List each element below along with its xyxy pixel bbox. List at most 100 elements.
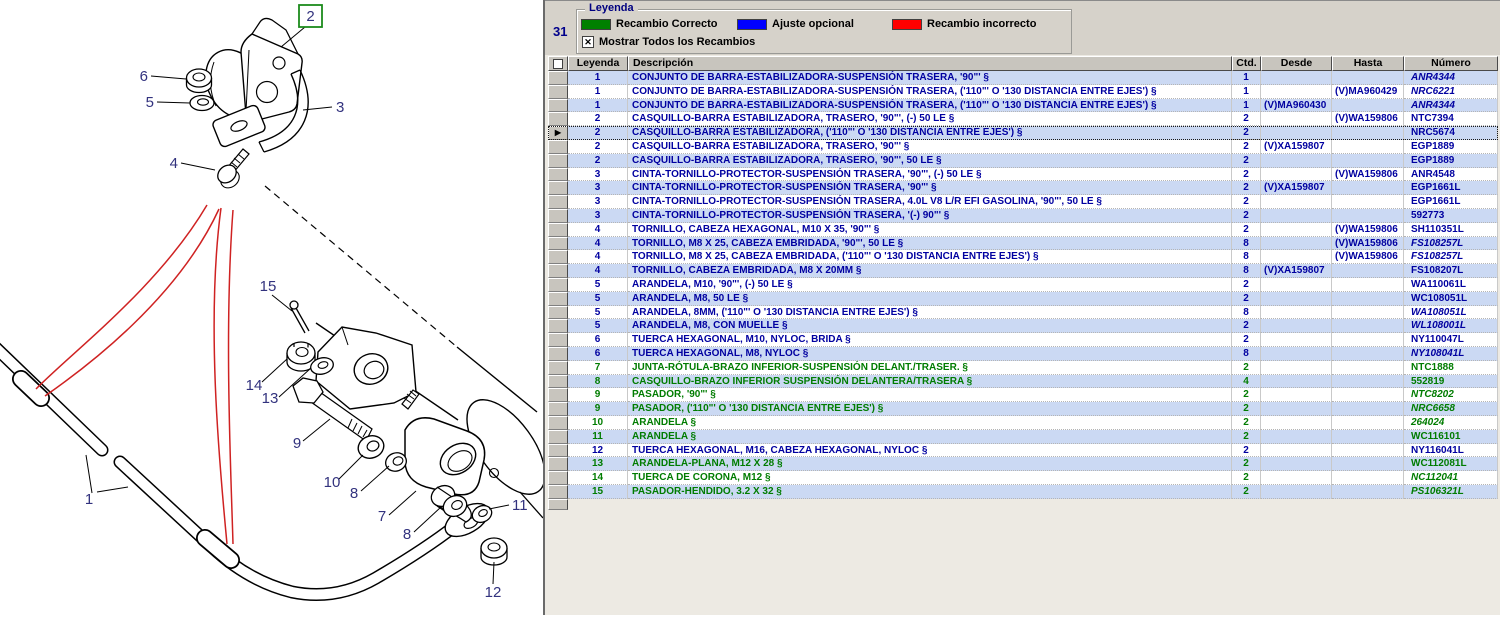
cell-descripcion: CONJUNTO DE BARRA-ESTABILIZADORA-SUSPENS… — [628, 85, 1232, 99]
row-selector[interactable] — [548, 333, 568, 347]
cell-ctd: 8 — [1232, 264, 1261, 278]
row-selector[interactable] — [548, 209, 568, 223]
row-selector[interactable] — [548, 292, 568, 306]
table-row[interactable]: 7JUNTA-RÓTULA-BRAZO INFERIOR-SUSPENSIÓN … — [548, 361, 1498, 375]
callout-14[interactable]: 14 — [246, 377, 263, 394]
row-selector[interactable] — [548, 195, 568, 209]
table-row[interactable]: 9PASADOR, ('110"' O '130 DISTANCIA ENTRE… — [548, 402, 1498, 416]
table-row[interactable]: 5ARANDELA, 8MM, ('110"' O '130 DISTANCIA… — [548, 306, 1498, 320]
table-row[interactable]: 3CINTA-TORNILLO-PROTECTOR-SUSPENSIÓN TRA… — [548, 168, 1498, 182]
table-row[interactable]: 1CONJUNTO DE BARRA-ESTABILIZADORA-SUSPEN… — [548, 99, 1498, 113]
row-selector[interactable] — [548, 71, 568, 85]
callout-2[interactable]: 2 — [306, 8, 314, 25]
table-row[interactable]: 2CASQUILLO-BARRA ESTABILIZADORA, TRASERO… — [548, 154, 1498, 168]
table-row[interactable]: 4TORNILLO, CABEZA HEXAGONAL, M10 X 35, '… — [548, 223, 1498, 237]
table-row[interactable]: 1CONJUNTO DE BARRA-ESTABILIZADORA-SUSPEN… — [548, 85, 1498, 99]
table-row[interactable]: 5ARANDELA, M10, '90"', (-) 50 LE §2WA110… — [548, 278, 1498, 292]
callout-12[interactable]: 12 — [485, 584, 502, 601]
table-row[interactable]: 6TUERCA HEXAGONAL, M10, NYLOC, BRIDA §2N… — [548, 333, 1498, 347]
legend-bar: 31 Leyenda Recambio Correcto Ajuste opci… — [545, 0, 1500, 55]
cell-descripcion: CONJUNTO DE BARRA-ESTABILIZADORA-SUSPENS… — [628, 71, 1232, 85]
row-selector[interactable] — [548, 168, 568, 182]
cell-desde — [1261, 292, 1332, 306]
callout-6[interactable]: 6 — [140, 68, 148, 85]
table-row[interactable]: ▶2CASQUILLO-BARRA ESTABILIZADORA, ('110"… — [548, 126, 1498, 140]
cell-leyenda: 13 — [568, 457, 628, 471]
table-row[interactable]: 5ARANDELA, M8, 50 LE §2WC108051L — [548, 292, 1498, 306]
row-selector[interactable] — [548, 140, 568, 154]
table-row[interactable]: 4TORNILLO, CABEZA EMBRIDADA, M8 X 20MM §… — [548, 264, 1498, 278]
row-selector[interactable] — [548, 485, 568, 499]
callout-8[interactable]: 8 — [350, 485, 358, 502]
callout-3[interactable]: 3 — [336, 99, 344, 116]
cell-desde — [1261, 457, 1332, 471]
row-selector[interactable] — [548, 361, 568, 375]
callout-15[interactable]: 15 — [260, 278, 277, 295]
cell-ctd: 2 — [1232, 457, 1261, 471]
row-selector[interactable] — [548, 444, 568, 458]
table-row[interactable]: 15PASADOR-HENDIDO, 3.2 X 32 §2PS106321L — [548, 485, 1498, 499]
table-row[interactable]: 3CINTA-TORNILLO-PROTECTOR-SUSPENSIÓN TRA… — [548, 181, 1498, 195]
callout-1[interactable]: 1 — [85, 491, 93, 508]
cell-ctd: 8 — [1232, 347, 1261, 361]
row-selector[interactable] — [548, 471, 568, 485]
table-row[interactable]: 2CASQUILLO-BARRA ESTABILIZADORA, TRASERO… — [548, 112, 1498, 126]
table-row[interactable]: 3CINTA-TORNILLO-PROTECTOR-SUSPENSIÓN TRA… — [548, 195, 1498, 209]
row-selector[interactable] — [548, 223, 568, 237]
row-selector[interactable] — [548, 112, 568, 126]
callout-9[interactable]: 9 — [293, 435, 301, 452]
table-row[interactable]: 4TORNILLO, M8 X 25, CABEZA EMBRIDADA, ('… — [548, 250, 1498, 264]
row-selector[interactable] — [548, 278, 568, 292]
cell-numero: EGP1889 — [1404, 154, 1498, 168]
cell-leyenda: 8 — [568, 375, 628, 389]
row-selector[interactable] — [548, 85, 568, 99]
row-selector[interactable] — [548, 347, 568, 361]
row-selector[interactable] — [548, 237, 568, 251]
row-selector[interactable] — [548, 250, 568, 264]
callout-8b[interactable]: 8 — [403, 526, 411, 543]
table-row[interactable]: 2CASQUILLO-BARRA ESTABILIZADORA, TRASERO… — [548, 140, 1498, 154]
select-all-header[interactable] — [548, 56, 568, 71]
table-row[interactable]: 8CASQUILLO-BRAZO INFERIOR SUSPENSIÓN DEL… — [548, 375, 1498, 389]
row-selector[interactable] — [548, 319, 568, 333]
row-selector[interactable] — [548, 99, 568, 113]
table-row[interactable]: 13ARANDELA-PLANA, M12 X 28 §2WC112081L — [548, 457, 1498, 471]
callout-7[interactable]: 7 — [378, 508, 386, 525]
row-selector[interactable] — [548, 375, 568, 389]
cell-numero: WC116101 — [1404, 430, 1498, 444]
row-selector[interactable] — [548, 264, 568, 278]
row-selector[interactable] — [548, 181, 568, 195]
row-selector[interactable] — [548, 457, 568, 471]
row-selector[interactable]: ▶ — [548, 126, 568, 140]
table-row[interactable]: 3CINTA-TORNILLO-PROTECTOR-SUSPENSIÓN TRA… — [548, 209, 1498, 223]
row-selector[interactable] — [548, 306, 568, 320]
table-row[interactable]: 14TUERCA DE CORONA, M12 §2NC112041 — [548, 471, 1498, 485]
table-row[interactable]: 5ARANDELA, M8, CON MUELLE §2WL108001L — [548, 319, 1498, 333]
table-row[interactable]: 10ARANDELA §2264024 — [548, 416, 1498, 430]
table-row[interactable]: 1CONJUNTO DE BARRA-ESTABILIZADORA-SUSPEN… — [548, 71, 1498, 85]
cell-desde: (V)MA960430 — [1261, 99, 1332, 113]
table-row[interactable]: 4TORNILLO, M8 X 25, CABEZA EMBRIDADA, '9… — [548, 237, 1498, 251]
cell-leyenda: 3 — [568, 195, 628, 209]
cell-hasta — [1332, 264, 1404, 278]
table-row[interactable]: 9PASADOR, '90"' §2NTC8202 — [548, 388, 1498, 402]
table-row[interactable]: 11ARANDELA §2WC116101 — [548, 430, 1498, 444]
callout-5[interactable]: 5 — [146, 94, 154, 111]
cell-descripcion: ARANDELA, M8, 50 LE § — [628, 292, 1232, 306]
row-selector[interactable] — [548, 416, 568, 430]
table-row[interactable]: 6TUERCA HEXAGONAL, M8, NYLOC §8NY108041L — [548, 347, 1498, 361]
row-selector[interactable] — [548, 388, 568, 402]
row-selector[interactable] — [548, 430, 568, 444]
cell-leyenda: 15 — [568, 485, 628, 499]
cell-ctd: 2 — [1232, 126, 1261, 140]
callout-4[interactable]: 4 — [170, 155, 178, 172]
show-all-parts-checkbox[interactable]: ✕ — [582, 36, 594, 48]
callout-13[interactable]: 13 — [262, 390, 279, 407]
table-row[interactable]: 12TUERCA HEXAGONAL, M16, CABEZA HEXAGONA… — [548, 444, 1498, 458]
select-all-box[interactable] — [553, 59, 563, 69]
row-selector[interactable] — [548, 154, 568, 168]
row-selector[interactable] — [548, 402, 568, 416]
callout-11[interactable]: 11 — [512, 497, 528, 514]
callout-10[interactable]: 10 — [324, 474, 341, 491]
cell-hasta — [1332, 347, 1404, 361]
